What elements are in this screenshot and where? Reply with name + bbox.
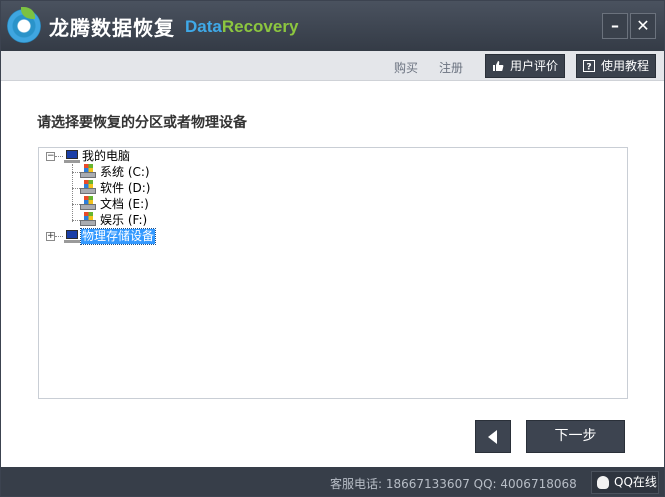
app-title: 龙腾数据恢复 (49, 16, 175, 40)
qq-icon (597, 476, 609, 489)
thumbs-up-icon (493, 61, 504, 71)
user-review-label: 用户评价 (510, 59, 559, 73)
close-icon: ✕ (636, 16, 650, 35)
close-button[interactable]: ✕ (630, 13, 656, 39)
tree-node-label: 文档 (E:) (100, 197, 149, 211)
back-button[interactable] (475, 420, 511, 453)
tree-node-drive-f[interactable]: 娱乐 (F:) (80, 212, 200, 227)
next-button[interactable]: 下一步 (526, 420, 625, 453)
qq-online-button[interactable]: QQ在线 (591, 471, 659, 494)
app-logo-icon (7, 7, 41, 43)
tree-node-label-selected: 物理存储设备 (79, 228, 157, 245)
tree-node-drive-e[interactable]: 文档 (E:) (80, 196, 200, 211)
minimize-icon: – (611, 16, 619, 35)
brand-name: DataRecovery (185, 17, 298, 37)
drive-icon (80, 212, 96, 226)
arrow-left-icon (488, 430, 497, 444)
tree-node-label: 娱乐 (F:) (100, 213, 148, 227)
title-bar[interactable]: 龙腾数据恢复 DataRecovery – ✕ (1, 1, 664, 51)
brand-part-data: Data (185, 17, 222, 36)
svg-text:?: ? (586, 63, 591, 73)
drive-icon (80, 180, 96, 194)
tutorial-button[interactable]: ? 使用教程 (576, 54, 656, 78)
drive-icon (80, 196, 96, 210)
tree-node-label: 我的电脑 (82, 149, 131, 163)
tree-node-label: 系统 (C:) (100, 165, 150, 179)
collapse-icon[interactable]: − (46, 152, 55, 161)
drive-icon (80, 164, 96, 178)
register-link[interactable]: 注册 (439, 59, 463, 76)
tree-node-physical-storage[interactable]: + 物理存储设备 (45, 228, 205, 245)
instruction-heading: 请选择要恢复的分区或者物理设备 (37, 115, 247, 131)
tutorial-label: 使用教程 (601, 59, 650, 73)
storage-device-icon (64, 230, 80, 243)
qq-online-label: QQ在线 (614, 475, 657, 489)
buy-link[interactable]: 购买 (394, 59, 418, 76)
minimize-button[interactable]: – (602, 13, 628, 39)
user-review-button[interactable]: 用户评价 (485, 54, 565, 78)
device-tree[interactable]: − 我的电脑 系统 (C:) 软件 (D:) 文档 (E:) 娱乐 (F:) +… (38, 147, 628, 399)
top-nav: 购买 注册 用户评价 ? 使用教程 (1, 51, 664, 81)
help-icon: ? (583, 60, 595, 72)
tree-node-drive-d[interactable]: 软件 (D:) (80, 180, 200, 195)
brand-part-recovery: Recovery (221, 17, 299, 36)
app-window: 龙腾数据恢复 DataRecovery – ✕ 购买 注册 用户评价 ? 使用教… (0, 0, 665, 497)
contact-info: 客服电话: 18667133607 QQ: 4006718068 (330, 477, 577, 491)
tree-node-label: 软件 (D:) (100, 181, 151, 195)
computer-icon (64, 150, 80, 163)
tree-node-my-computer[interactable]: − 我的电脑 (45, 149, 165, 164)
tree-node-drive-c[interactable]: 系统 (C:) (80, 164, 200, 179)
status-bar: 客服电话: 18667133607 QQ: 4006718068 QQ在线 (1, 467, 664, 496)
expand-icon[interactable]: + (46, 232, 55, 241)
